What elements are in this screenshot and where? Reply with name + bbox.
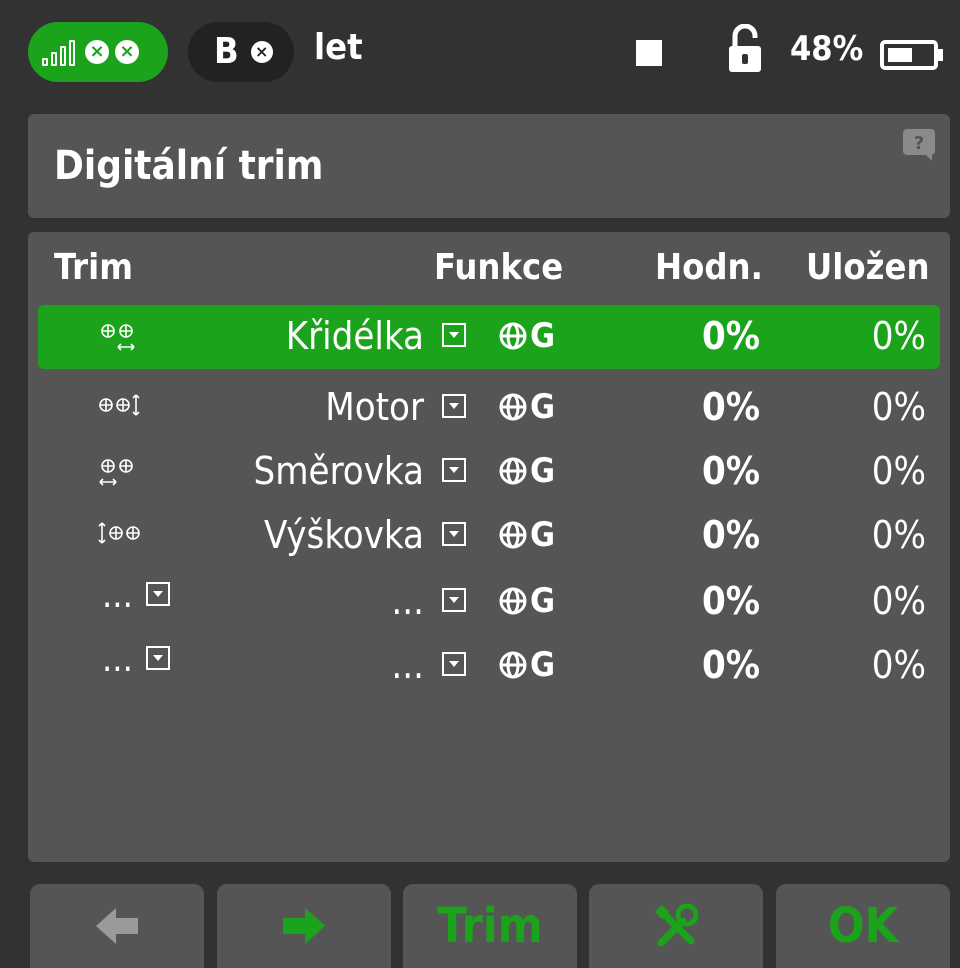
global-icon [499, 587, 527, 615]
dropdown-icon[interactable] [146, 582, 170, 606]
dropdown-icon[interactable] [442, 522, 466, 546]
trim-value: 0% [701, 579, 760, 623]
saved-value: 0% [871, 385, 926, 429]
column-header-saved: Uložen [806, 247, 930, 288]
saved-value: 0% [871, 513, 926, 557]
trim-row[interactable]: ... ... G 0% 0% [38, 570, 940, 634]
global-mode-label: G [530, 515, 556, 555]
global-mode-label: G [530, 581, 556, 621]
function-name: Motor [325, 385, 424, 429]
trim-row[interactable]: Směrovka G 0% 0% [38, 440, 940, 504]
stop-icon[interactable] [636, 40, 662, 66]
global-icon [499, 521, 527, 549]
global-icon [499, 393, 527, 421]
battery-icon [880, 40, 943, 70]
trim-value: 0% [701, 385, 760, 429]
global-mode-label: G [530, 387, 556, 427]
column-header-trim: Trim [54, 247, 133, 288]
global-mode-label: G [530, 316, 556, 356]
global-mode-label: G [530, 645, 556, 685]
title-panel: Digitální trim ? [28, 114, 950, 218]
saved-value: 0% [871, 643, 926, 687]
global-icon [499, 322, 527, 350]
dropdown-icon[interactable] [442, 394, 466, 418]
function-name: Výškovka [263, 513, 424, 557]
next-button[interactable] [217, 884, 391, 968]
elevator-trim-icon [98, 522, 140, 544]
trim-row[interactable]: Výškovka G 0% 0% [38, 504, 940, 568]
trim-button[interactable]: Trim [403, 884, 577, 968]
aileron-trim-icon [101, 324, 135, 351]
svg-text:?: ? [914, 133, 924, 154]
column-header-value: Hodn. [655, 247, 763, 288]
function-name: Směrovka [253, 449, 424, 493]
dropdown-icon[interactable] [442, 323, 466, 347]
saved-value: 0% [871, 314, 926, 358]
tools-icon [654, 903, 699, 947]
unlock-icon[interactable] [728, 24, 762, 74]
model-letter: B [214, 31, 239, 72]
dropdown-icon[interactable] [442, 588, 466, 612]
arrow-right-icon [283, 908, 325, 944]
trim-value: 0% [701, 314, 760, 358]
status-bar: × × B × let 48% [0, 0, 960, 96]
telemetry-pill[interactable]: × × [28, 22, 168, 82]
trim-list: Trim Funkce Hodn. Uložen Křidélka G 0% 0… [28, 232, 950, 862]
trim-control-placeholder: ... [102, 639, 133, 680]
dropdown-icon[interactable] [146, 646, 170, 670]
model-name: let [314, 27, 363, 68]
trim-value: 0% [701, 449, 760, 493]
dropdown-icon[interactable] [442, 652, 466, 676]
saved-value: 0% [871, 579, 926, 623]
function-name: ... [391, 579, 424, 623]
trim-value: 0% [701, 643, 760, 687]
battery-percent: 48% [790, 29, 864, 69]
receiver-disconnected-icon: × [85, 40, 109, 64]
ok-button[interactable]: OK [776, 884, 950, 968]
trim-row[interactable]: ... ... G 0% 0% [38, 634, 940, 698]
function-name: ... [391, 643, 424, 687]
model-pill[interactable]: B × [188, 22, 294, 82]
arrow-left-icon [96, 908, 138, 944]
rudder-trim-icon [99, 459, 133, 486]
settings-button[interactable] [589, 884, 763, 968]
function-name: Křidélka [285, 314, 424, 358]
page-title: Digitální trim [54, 143, 324, 189]
saved-value: 0% [871, 449, 926, 493]
trim-control-placeholder: ... [102, 575, 133, 616]
signal-bars-icon [42, 38, 75, 66]
dropdown-icon[interactable] [442, 458, 466, 482]
trim-value: 0% [701, 513, 760, 557]
receiver-disconnected-icon: × [115, 40, 139, 64]
model-disconnected-icon: × [250, 41, 273, 63]
global-icon [499, 651, 527, 679]
trim-row[interactable]: Motor G 0% 0% [38, 376, 940, 440]
throttle-trim-icon [99, 394, 140, 416]
global-icon [499, 457, 527, 485]
trim-row[interactable]: Křidélka G 0% 0% [38, 305, 940, 369]
column-header-function: Funkce [434, 247, 564, 288]
bottom-button-bar: Trim OK [0, 880, 960, 968]
back-button[interactable] [30, 884, 204, 968]
help-icon[interactable]: ? [902, 128, 936, 162]
global-mode-label: G [530, 451, 556, 491]
